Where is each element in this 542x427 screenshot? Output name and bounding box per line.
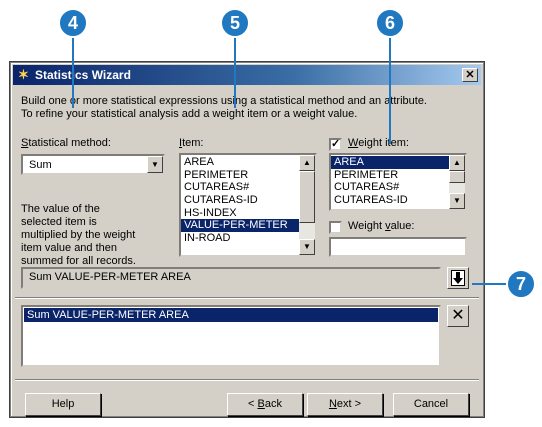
scroll-down-icon[interactable]: ▼ xyxy=(299,239,315,255)
callout-line-7 xyxy=(472,283,510,285)
current-expression: Sum VALUE-PER-METER AREA xyxy=(21,267,441,289)
scroll-thumb[interactable] xyxy=(299,171,315,223)
method-description: The value of the selected item is multip… xyxy=(21,203,136,267)
list-item[interactable]: PERIMETER xyxy=(181,169,299,182)
wizard-wand-icon: ✶ xyxy=(18,67,29,82)
list-item[interactable]: CUTAREAS-ID xyxy=(181,194,299,207)
list-item[interactable]: CUTAREAS# xyxy=(181,181,299,194)
delete-expression-button[interactable]: ✕ xyxy=(447,305,469,327)
weight-item-listbox[interactable]: AREA PERIMETER CUTAREAS# CUTAREAS-ID ▲ ▼ xyxy=(329,153,467,211)
item-listbox[interactable]: AREA PERIMETER CUTAREAS# CUTAREAS-ID HS-INDE… xyxy=(179,153,317,257)
callout-line-5 xyxy=(234,36,236,108)
window-title: Statistics Wizard xyxy=(35,68,131,82)
back-button[interactable]: < Back xyxy=(227,393,303,416)
weight-value-checkbox[interactable] xyxy=(329,221,342,234)
scroll-up-icon[interactable]: ▲ xyxy=(449,155,465,171)
callout-line-6 xyxy=(389,36,391,144)
delete-x-icon: ✕ xyxy=(451,307,465,324)
list-item[interactable]: AREA xyxy=(331,156,449,169)
list-item[interactable]: CUTAREAS-ID xyxy=(331,194,449,207)
item-scrollbar[interactable]: ▲ ▼ xyxy=(299,155,315,255)
weight-item-label: Weight item: xyxy=(348,137,409,149)
list-item[interactable]: IN-ROAD xyxy=(181,232,299,245)
instruction-line-2: To refine your statistical analysis add … xyxy=(21,108,358,120)
instructions: Build one or more statistical expression… xyxy=(21,95,481,121)
instruction-line-1: Build one or more statistical expression… xyxy=(21,95,427,107)
callout-6: 6 xyxy=(375,8,405,38)
next-button[interactable]: Next > xyxy=(307,393,383,416)
scroll-thumb[interactable] xyxy=(449,171,465,183)
list-item[interactable]: VALUE-PER-METER xyxy=(181,219,299,233)
item-label: Item: xyxy=(179,137,204,149)
close-button[interactable]: ✕ xyxy=(462,68,478,82)
list-item[interactable]: Sum VALUE-PER-METER AREA xyxy=(24,308,438,322)
help-button[interactable]: Help xyxy=(25,393,101,416)
weight-item-checkbox[interactable]: ✓ xyxy=(329,138,342,151)
scroll-down-icon[interactable]: ▼ xyxy=(449,193,465,209)
weight-item-scrollbar[interactable]: ▲ ▼ xyxy=(449,155,465,209)
chevron-down-icon[interactable]: ▼ xyxy=(147,156,163,173)
expressions-list[interactable]: Sum VALUE-PER-METER AREA xyxy=(21,305,441,367)
add-expression-button[interactable] xyxy=(447,267,469,289)
title-bar: ✶ Statistics Wizard ✕ xyxy=(13,65,481,85)
statistical-method-label: Statistical method: xyxy=(21,137,111,149)
checkmark-icon: ✓ xyxy=(331,138,341,150)
weight-value-input[interactable] xyxy=(329,237,467,257)
scroll-up-icon[interactable]: ▲ xyxy=(299,155,315,171)
callout-5: 5 xyxy=(220,8,250,38)
list-item[interactable]: PERIMETER xyxy=(331,169,449,182)
cancel-button[interactable]: Cancel xyxy=(393,393,469,416)
list-item[interactable]: CUTAREAS# xyxy=(331,181,449,194)
divider xyxy=(15,297,479,299)
list-item[interactable]: AREA xyxy=(181,156,299,169)
divider xyxy=(15,379,479,381)
arrow-down-icon xyxy=(451,270,465,286)
callout-4: 4 xyxy=(58,8,88,38)
callout-7: 7 xyxy=(506,269,536,299)
statistical-method-value: Sum xyxy=(29,159,52,171)
weight-value-label: Weight value: xyxy=(348,220,415,232)
list-item[interactable]: HS-INDEX xyxy=(181,207,299,220)
statistical-method-dropdown[interactable]: Sum ▼ xyxy=(21,154,165,175)
callout-line-4 xyxy=(72,36,74,108)
statistics-wizard-dialog: ✶ Statistics Wizard ✕ Build one or more … xyxy=(10,62,484,417)
